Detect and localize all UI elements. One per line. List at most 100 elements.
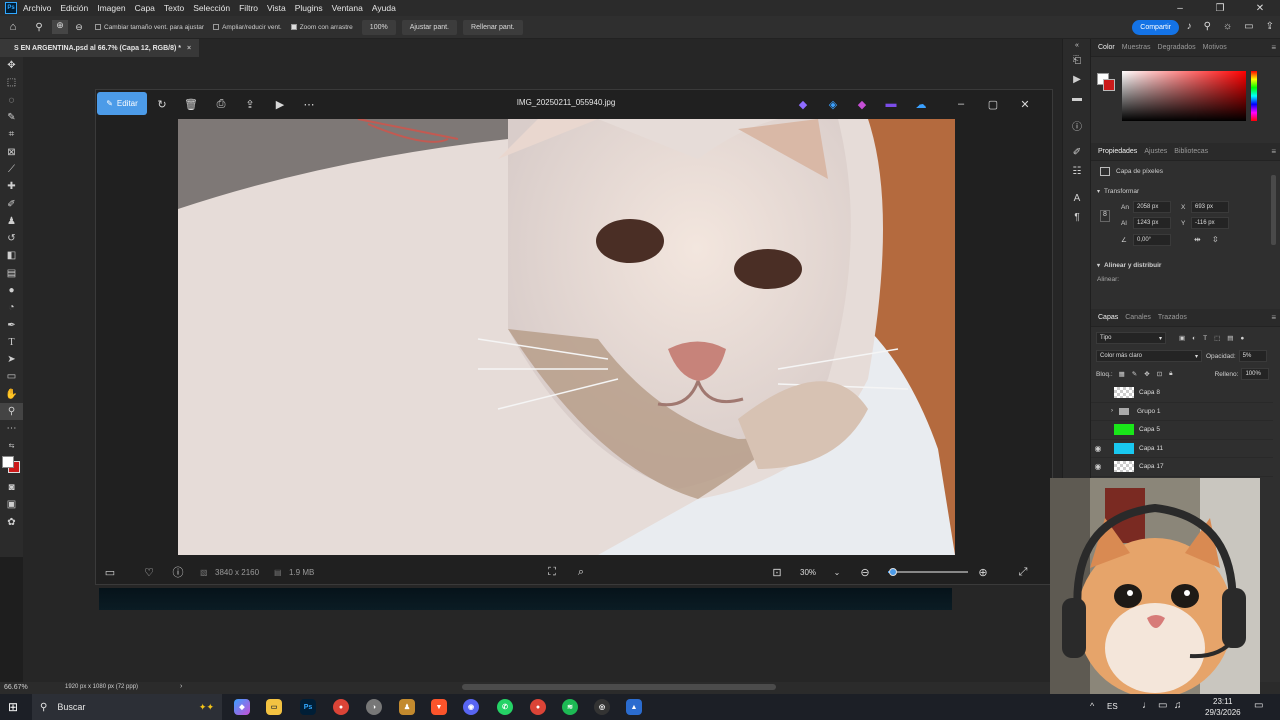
character-icon[interactable]: A: [1063, 189, 1091, 208]
windows-start-icon[interactable]: ⊞: [8, 700, 18, 714]
discord-app-icon[interactable]: ◉: [463, 699, 479, 715]
app-icon-6[interactable]: ♟: [399, 699, 415, 715]
zoom-out-icon[interactable]: ⊖: [858, 565, 872, 579]
history-brush-tool-icon[interactable]: ↺: [0, 230, 23, 247]
x-field[interactable]: 693 px: [1191, 201, 1229, 213]
blur-tool-icon[interactable]: ●: [0, 282, 23, 299]
actual-size-icon[interactable]: ⊡: [770, 565, 784, 579]
path-select-tool-icon[interactable]: ➤: [0, 351, 23, 368]
spotify-app-icon[interactable]: ≋: [562, 699, 578, 715]
tab-libraries[interactable]: Bibliotecas: [1174, 148, 1208, 155]
lock-all-icon[interactable]: 🔒︎: [1169, 370, 1172, 378]
fit-view-icon[interactable]: ⛶: [545, 565, 559, 579]
pen-tool-icon[interactable]: ✒: [0, 316, 23, 333]
chrome-app-icon[interactable]: ●: [333, 699, 349, 715]
crop-tool-icon[interactable]: ⌗: [0, 126, 23, 143]
menu-ayuda[interactable]: Ayuda: [372, 3, 396, 13]
app-icon-5[interactable]: ◑: [366, 699, 382, 715]
lock-pixels-icon[interactable]: ✎: [1132, 370, 1137, 378]
notifications-icon[interactable]: ▭: [1254, 700, 1263, 711]
clock-date[interactable]: 29/3/2026: [1205, 708, 1241, 717]
menu-texto[interactable]: Texto: [164, 3, 184, 13]
chevron-up-icon[interactable]: ^: [1090, 701, 1094, 711]
share-icon[interactable]: ⇪: [1266, 21, 1274, 32]
microphone-icon[interactable]: ♩: [1142, 700, 1152, 711]
filter-toggle-icon[interactable]: ●: [1240, 335, 1244, 342]
zoom-out-icon[interactable]: ⊖: [71, 22, 87, 33]
lock-artboard-icon[interactable]: ⊡: [1157, 370, 1162, 378]
background-color-swatch[interactable]: [1103, 79, 1115, 91]
maximize-icon[interactable]: ▢: [986, 97, 1000, 111]
angle-field[interactable]: 0,00°: [1133, 234, 1171, 246]
home-icon[interactable]: ⌂: [0, 21, 26, 33]
filter-adjustment-icon[interactable]: ◐: [1192, 335, 1196, 342]
menu-ventana[interactable]: Ventana: [332, 3, 363, 13]
designer-icon[interactable]: ◈: [826, 97, 840, 111]
lightbulb-icon[interactable]: ☼: [1223, 21, 1232, 32]
minimize-icon[interactable]: –: [1160, 3, 1200, 14]
filter-type-icon[interactable]: T: [1203, 335, 1207, 342]
gradient-tool-icon[interactable]: ▤: [0, 265, 23, 282]
close-tab-icon[interactable]: ×: [187, 45, 191, 52]
bell-icon[interactable]: ♪: [1187, 21, 1192, 32]
eyedropper-tool-icon[interactable]: ⟋: [0, 161, 23, 178]
zoom-100-button[interactable]: 100%: [361, 19, 396, 35]
fill-screen-button[interactable]: Rellenar pant.: [463, 19, 523, 35]
rectangle-tool-icon[interactable]: ▭: [0, 368, 23, 385]
tab-patterns[interactable]: Motivos: [1203, 44, 1227, 51]
type-tool-icon[interactable]: T: [0, 334, 23, 351]
move-tool-icon[interactable]: ✥: [0, 57, 23, 74]
clipchamp-video-icon[interactable]: ▬: [884, 97, 898, 111]
foreground-color-swatch[interactable]: [2, 455, 14, 468]
brush-tool-icon[interactable]: ✐: [0, 195, 23, 212]
panel-menu-icon[interactable]: ≡: [1271, 313, 1276, 322]
slideshow-icon[interactable]: ▶: [273, 97, 287, 111]
zoom-in-icon[interactable]: ⊕: [976, 565, 990, 579]
height-field[interactable]: 1243 px: [1133, 217, 1171, 229]
zoom-slider-thumb[interactable]: [888, 568, 897, 576]
collapse-icon[interactable]: «: [1063, 39, 1091, 51]
taskbar-search[interactable]: ⚲ Buscar ✦✦: [32, 694, 222, 720]
menu-filtro[interactable]: Filtro: [239, 3, 258, 13]
layer-filter-select[interactable]: Tipo ▾: [1096, 332, 1166, 344]
network-icon[interactable]: ▭: [1158, 700, 1167, 711]
panel-menu-icon[interactable]: ≡: [1271, 147, 1276, 156]
frame-tool-icon[interactable]: ⊠: [0, 143, 23, 160]
edit-button[interactable]: ✎ Editar: [97, 92, 147, 115]
layer-row[interactable]: Capa 5: [1091, 421, 1273, 440]
minimize-icon[interactable]: –: [954, 97, 968, 111]
quick-mask-icon[interactable]: ◙: [0, 479, 23, 496]
link-icon[interactable]: 8: [1100, 210, 1110, 222]
fill-field[interactable]: 100%: [1241, 368, 1270, 380]
visual-search-icon[interactable]: ⌕: [574, 565, 588, 579]
marquee-tool-icon[interactable]: ⬚: [0, 74, 23, 91]
hand-tool-icon[interactable]: ✋: [0, 386, 23, 403]
language-indicator[interactable]: ES: [1107, 702, 1118, 711]
tab-adjustments[interactable]: Ajustes: [1144, 148, 1167, 155]
screen-mode-icon[interactable]: ▣: [0, 496, 23, 513]
menu-seleccion[interactable]: Selección: [193, 3, 230, 13]
width-field[interactable]: 2058 px: [1133, 201, 1171, 213]
favorite-icon[interactable]: ♡: [142, 565, 156, 579]
clipchamp-icon[interactable]: ◆: [855, 97, 869, 111]
zoom-tool-icon[interactable]: ⚲: [0, 402, 23, 421]
more-options-icon[interactable]: ⋯: [302, 97, 316, 111]
zoom-in-icon[interactable]: ⊕: [52, 20, 68, 34]
app-icon-12[interactable]: ◎: [594, 699, 610, 715]
zoom-readout[interactable]: 66.67%: [4, 684, 28, 691]
layer-row[interactable]: Capa 8: [1091, 384, 1273, 403]
blend-mode-select[interactable]: Color más claro ▾: [1096, 350, 1202, 362]
tab-gradients[interactable]: Degradados: [1158, 44, 1196, 51]
filter-pixel-icon[interactable]: ▣: [1179, 334, 1185, 342]
tab-layers[interactable]: Capas: [1098, 314, 1118, 321]
actions-icon[interactable]: ▶: [1063, 70, 1091, 89]
chevron-right-icon[interactable]: ›: [1111, 408, 1113, 414]
photoshop-app-icon[interactable]: Ps: [300, 699, 316, 715]
history-icon[interactable]: ⎗: [1063, 51, 1091, 70]
layer-row[interactable]: › Grupo 1: [1091, 403, 1273, 421]
tab-channels[interactable]: Canales: [1125, 314, 1151, 321]
adjustments-icon[interactable]: ☷: [1063, 162, 1091, 181]
file-explorer-app-icon[interactable]: ▭: [266, 699, 282, 715]
chevron-right-icon[interactable]: ›: [180, 683, 182, 690]
lock-transparency-icon[interactable]: ▦: [1119, 370, 1125, 378]
